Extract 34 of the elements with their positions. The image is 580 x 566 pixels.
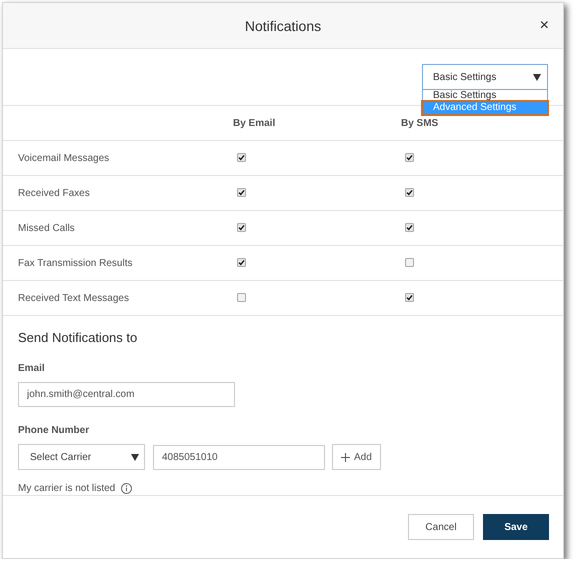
column-header: By Email (232, 118, 276, 128)
cancel-button[interactable]: Cancel (408, 514, 474, 540)
info-icon[interactable] (121, 483, 132, 494)
save-button[interactable]: Save (483, 514, 549, 540)
caret-icon (131, 454, 139, 460)
field-label: Email (18, 363, 45, 374)
checkbox[interactable] (405, 153, 414, 162)
settings-dropdown[interactable]: Basic Settings (422, 64, 548, 90)
email-field[interactable]: john.smith@central.com (18, 382, 235, 407)
checkbox[interactable] (237, 188, 246, 197)
column-header: By SMS (400, 118, 438, 128)
checkbox[interactable] (237, 293, 246, 302)
notification-type: Voicemail Messages (17, 152, 110, 164)
section-title: Send Notifications to (18, 330, 138, 345)
close-button[interactable]: × (536, 15, 553, 37)
checkbox[interactable] (405, 223, 414, 232)
caret-icon (533, 74, 541, 80)
checkbox[interactable] (237, 258, 246, 267)
notification-type: Received Faxes (17, 188, 90, 198)
checkbox[interactable] (237, 153, 246, 162)
notification-type: Received Text Messages (17, 292, 129, 304)
add-button[interactable]: Add (332, 444, 381, 470)
checkbox[interactable] (405, 188, 414, 197)
dialog-title: Notifications (244, 18, 322, 34)
phone-field[interactable]: 4085051010 (153, 444, 325, 470)
carrier-dropdown[interactable]: Select Carrier (18, 444, 145, 470)
checkbox[interactable] (237, 223, 246, 232)
checkbox[interactable] (405, 258, 414, 267)
notification-type: Missed Calls (17, 222, 75, 234)
carrier-note: My carrier is not listed (18, 483, 116, 494)
checkbox[interactable] (405, 293, 414, 302)
field-label: Phone Number (18, 425, 90, 436)
notification-type: Fax Transmission Results (17, 258, 132, 268)
plus-icon (341, 452, 350, 462)
